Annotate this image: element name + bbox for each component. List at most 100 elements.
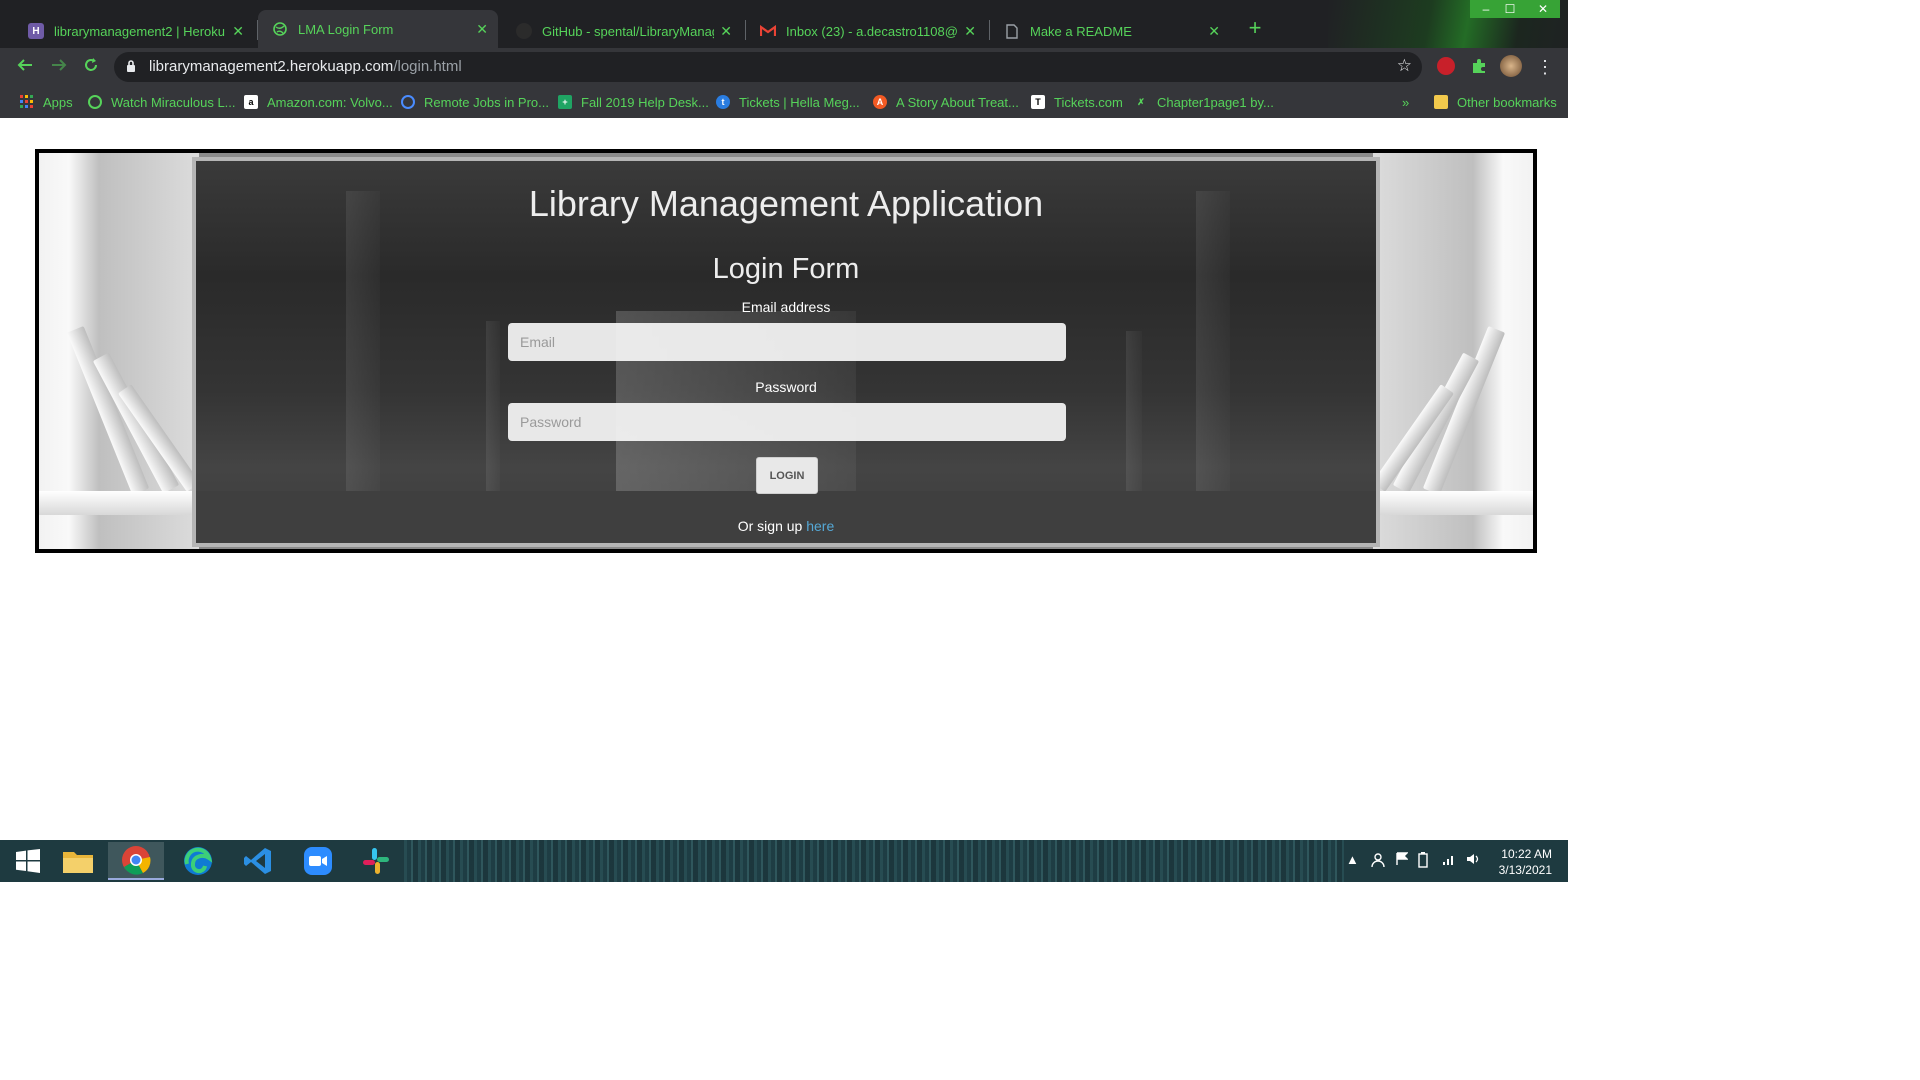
- password-label: Password: [755, 379, 817, 395]
- bookmark-help-desk[interactable]: + Fall 2019 Help Desk...: [558, 92, 709, 112]
- tab-lma-login[interactable]: LMA Login Form ✕: [258, 10, 498, 48]
- sheets-icon: +: [558, 95, 572, 109]
- globe-icon: [272, 21, 288, 37]
- apps-grid-icon: [20, 95, 34, 109]
- close-tab-icon[interactable]: ✕: [720, 23, 732, 40]
- bookmark-label: Apps: [43, 94, 73, 110]
- book: [1126, 331, 1142, 491]
- people-icon[interactable]: [1370, 852, 1386, 871]
- bookmark-label: Chapter1page1 by...: [1157, 94, 1274, 110]
- email-field[interactable]: [508, 323, 1066, 361]
- browser-menu-icon[interactable]: ⋮: [1534, 56, 1556, 78]
- new-tab-button[interactable]: +: [1244, 17, 1266, 40]
- network-signal-icon[interactable]: [1442, 852, 1456, 869]
- login-panel: Library Management Application Login For…: [192, 157, 1380, 547]
- signup-prefix: Or sign up: [737, 518, 807, 534]
- bookshelf-right: [1372, 153, 1533, 549]
- bookmark-label: Tickets.com: [1054, 94, 1123, 110]
- ticketscom-icon: T: [1031, 95, 1045, 109]
- lock-icon: [127, 60, 135, 72]
- edge-icon[interactable]: [170, 842, 226, 880]
- bookmark-chapter[interactable]: ✗ Chapter1page1 by...: [1134, 92, 1274, 112]
- form-title: Login Form: [712, 253, 860, 285]
- url-path: /login.html: [393, 58, 462, 75]
- bookmarks-overflow-button[interactable]: »: [1402, 92, 1409, 112]
- slack-icon[interactable]: [348, 842, 404, 880]
- bookmark-remote-jobs[interactable]: Remote Jobs in Pro...: [401, 92, 549, 112]
- login-button[interactable]: LOGIN: [756, 457, 818, 494]
- shelf-divider: [346, 191, 380, 491]
- address-bar[interactable]: librarymanagement2.herokuapp.com/login.h…: [114, 52, 1422, 82]
- globe-icon: [88, 95, 102, 109]
- profile-avatar[interactable]: [1500, 55, 1522, 77]
- bookmark-tickets-com[interactable]: T Tickets.com: [1031, 92, 1123, 112]
- url-text: librarymanagement2.herokuapp.com/login.h…: [149, 58, 462, 75]
- close-tab-icon[interactable]: ✕: [964, 23, 976, 40]
- bookmark-label: Fall 2019 Help Desk...: [581, 94, 709, 110]
- folder-icon: [1434, 95, 1448, 109]
- tab-title: LMA Login Form: [298, 21, 394, 37]
- password-field[interactable]: [508, 403, 1066, 441]
- app-title: Library Management Application: [528, 183, 1044, 224]
- bookmarks-bar: Apps Watch Miraculous L... a Amazon.com:…: [0, 86, 1568, 118]
- system-clock[interactable]: 10:22 AM 3/13/2021: [1499, 846, 1552, 878]
- email-label: Email address: [741, 299, 831, 315]
- bookmark-hella-mega[interactable]: t Tickets | Hella Meg...: [716, 92, 860, 112]
- book: [486, 321, 500, 491]
- tab-gmail[interactable]: Inbox (23) - a.decastro1108@gm ✕: [746, 14, 986, 48]
- action-center-flag-icon[interactable]: [1396, 852, 1409, 869]
- document-icon: [1004, 23, 1020, 39]
- taskbar-wallpaper: [404, 840, 1344, 882]
- back-icon[interactable]: [14, 56, 36, 78]
- page-viewport: Library Management Application Login For…: [4, 118, 1564, 840]
- zoom-icon[interactable]: [290, 842, 346, 880]
- tab-github[interactable]: GitHub - spental/LibraryManager ✕: [502, 14, 742, 48]
- panel-shelf: [196, 491, 1376, 543]
- file-explorer-icon[interactable]: [50, 842, 106, 880]
- volume-icon[interactable]: [1466, 852, 1482, 869]
- clock-time: 10:22 AM: [1501, 847, 1552, 861]
- tray-overflow-icon[interactable]: ▲: [1346, 852, 1359, 867]
- bookmark-label: Other bookmarks: [1457, 94, 1557, 110]
- reload-icon[interactable]: [80, 56, 102, 78]
- windows-taskbar: ▲ 10:22 AM 3/13/2021: [0, 840, 1568, 882]
- chrome-icon[interactable]: [108, 842, 164, 880]
- tab-title: Make a README: [1030, 23, 1132, 39]
- maximize-button[interactable]: ☐: [1494, 0, 1526, 18]
- bookmark-label: Amazon.com: Volvo...: [267, 94, 393, 110]
- tab-readme[interactable]: Make a README ✕: [990, 14, 1230, 48]
- shelf-divider: [1196, 191, 1230, 491]
- other-bookmarks-folder[interactable]: Other bookmarks: [1434, 92, 1557, 112]
- close-tab-icon[interactable]: ✕: [232, 23, 244, 40]
- tab-title: librarymanagement2 | Heroku: [54, 23, 226, 39]
- bookmark-label: Tickets | Hella Meg...: [739, 94, 860, 110]
- tab-title: Inbox (23) - a.decastro1108@gm: [786, 23, 959, 39]
- battery-icon[interactable]: [1418, 852, 1428, 871]
- bookmark-story[interactable]: A A Story About Treat...: [873, 92, 1019, 112]
- heroku-icon: H: [28, 23, 44, 39]
- extensions-puzzle-icon[interactable]: [1470, 57, 1488, 75]
- close-window-button[interactable]: ✕: [1526, 0, 1560, 18]
- github-icon: [516, 23, 532, 39]
- bookmark-miraculous[interactable]: Watch Miraculous L...: [88, 92, 236, 112]
- vscode-icon[interactable]: [230, 842, 286, 880]
- chapter-icon: ✗: [1137, 96, 1145, 107]
- browser-toolbar: librarymanagement2.herokuapp.com/login.h…: [0, 48, 1568, 86]
- hero-frame: Library Management Application Login For…: [35, 149, 1537, 553]
- tab-heroku[interactable]: H librarymanagement2 | Heroku ✕: [14, 14, 254, 48]
- close-tab-icon[interactable]: ✕: [476, 21, 488, 38]
- bookmark-label: Watch Miraculous L...: [111, 94, 236, 110]
- ublock-icon[interactable]: [1437, 57, 1455, 75]
- signup-link[interactable]: here: [806, 518, 834, 534]
- bookmark-amazon[interactable]: a Amazon.com: Volvo...: [244, 92, 393, 112]
- signup-prompt: Or sign up here: [196, 518, 1376, 534]
- story-icon: A: [873, 95, 887, 109]
- amazon-icon: a: [244, 95, 258, 109]
- close-tab-icon[interactable]: ✕: [1208, 23, 1220, 40]
- forward-icon[interactable]: [48, 56, 70, 78]
- windows-start-icon[interactable]: [0, 842, 56, 880]
- clock-date: 3/13/2021: [1498, 863, 1552, 877]
- bookshelf-left: [39, 153, 200, 549]
- bookmark-apps[interactable]: Apps: [20, 92, 73, 112]
- bookmark-star-icon[interactable]: ☆: [1397, 56, 1412, 76]
